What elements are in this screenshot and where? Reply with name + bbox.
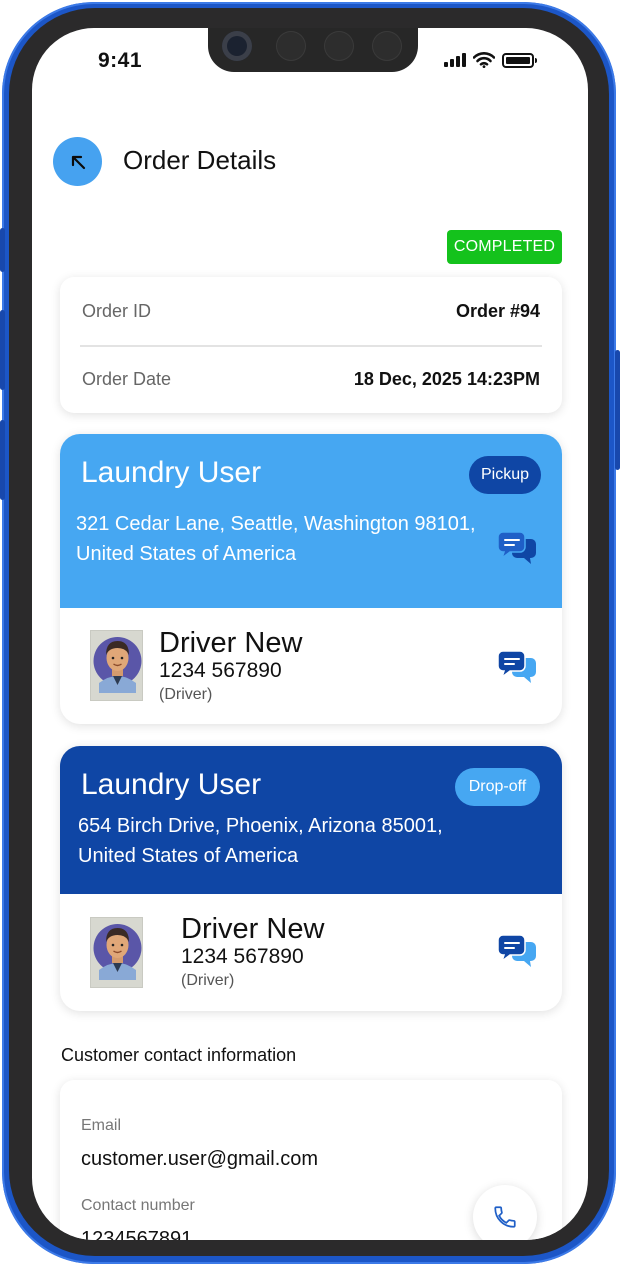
pickup-driver-role: (Driver) [159,686,213,703]
chat-icon[interactable] [497,934,537,970]
screen: 9:41 Order Details COMPLETED Order ID Or… [32,28,588,1240]
dropoff-driver-phone: 1234 567890 [181,945,304,968]
order-info-card: Order ID Order #94 Order Date 18 Dec, 20… [60,277,562,413]
notch [208,28,418,72]
order-date-row: Order Date 18 Dec, 2025 14:23PM [82,369,540,390]
sensor-icon [276,31,306,61]
cellular-signal-icon [444,53,466,67]
dropoff-type-badge: Drop-off [455,768,540,806]
contact-section-title: Customer contact information [61,1045,297,1065]
dropoff-driver-name: Driver New [181,913,325,945]
status-icons [444,52,537,68]
pickup-address: 321 Cedar Lane, Seattle, Washington 9810… [76,513,476,565]
call-button[interactable] [473,1185,537,1240]
arrow-up-left-icon [71,155,85,169]
phone-icon [494,1206,516,1228]
order-id-value: Order #94 [455,301,540,321]
volume-up-button [0,310,5,390]
pickup-customer-name: Laundry User [81,456,262,489]
power-button [615,350,620,470]
mute-switch [0,228,5,272]
chat-icon[interactable] [497,650,537,686]
front-camera-icon [222,31,252,61]
pickup-type-badge: Pickup [469,456,541,494]
order-id-row: Order ID Order #94 [82,301,540,322]
dropoff-card: Laundry User Drop-off 654 Birch Drive, P… [60,746,562,1011]
dropoff-address: 654 Birch Drive, Phoenix, Arizona 85001,… [78,815,443,867]
pickup-driver-phone: 1234 567890 [159,659,282,682]
email-value: customer.user@gmail.com [81,1148,319,1170]
sensor-icon [324,31,354,61]
divider [80,345,542,347]
pickup-card: Laundry User Pickup 321 Cedar Lane, Seat… [60,434,562,724]
pickup-header: Laundry User Pickup 321 Cedar Lane, Seat… [60,434,562,608]
dropoff-driver-row: Driver New 1234 567890 (Driver) [60,894,562,1011]
battery-icon [502,52,537,68]
sensor-icon [372,31,402,61]
chat-icon[interactable] [497,531,537,567]
page-title: Order Details [123,145,277,175]
avatar [90,630,143,701]
dropoff-customer-name: Laundry User [81,768,262,801]
contact-number-label: Contact number [81,1197,195,1214]
contact-number-value: 1234567891 [81,1228,193,1240]
order-date-label: Order Date [82,369,172,389]
dropoff-driver-role: (Driver) [181,972,235,989]
wifi-icon [473,52,495,68]
order-id-label: Order ID [82,301,152,321]
email-label: Email [81,1117,122,1134]
volume-down-button [0,420,5,500]
dropoff-header: Laundry User Drop-off 654 Birch Drive, P… [60,746,562,894]
pickup-driver-name: Driver New [159,627,303,659]
order-date-value: 18 Dec, 2025 14:23PM [353,369,540,389]
avatar [90,917,143,988]
back-button[interactable] [53,137,102,186]
status-badge: COMPLETED [447,230,562,264]
pickup-driver-row: Driver New 1234 567890 (Driver) [60,608,562,724]
status-time: 9:41 [98,49,143,72]
